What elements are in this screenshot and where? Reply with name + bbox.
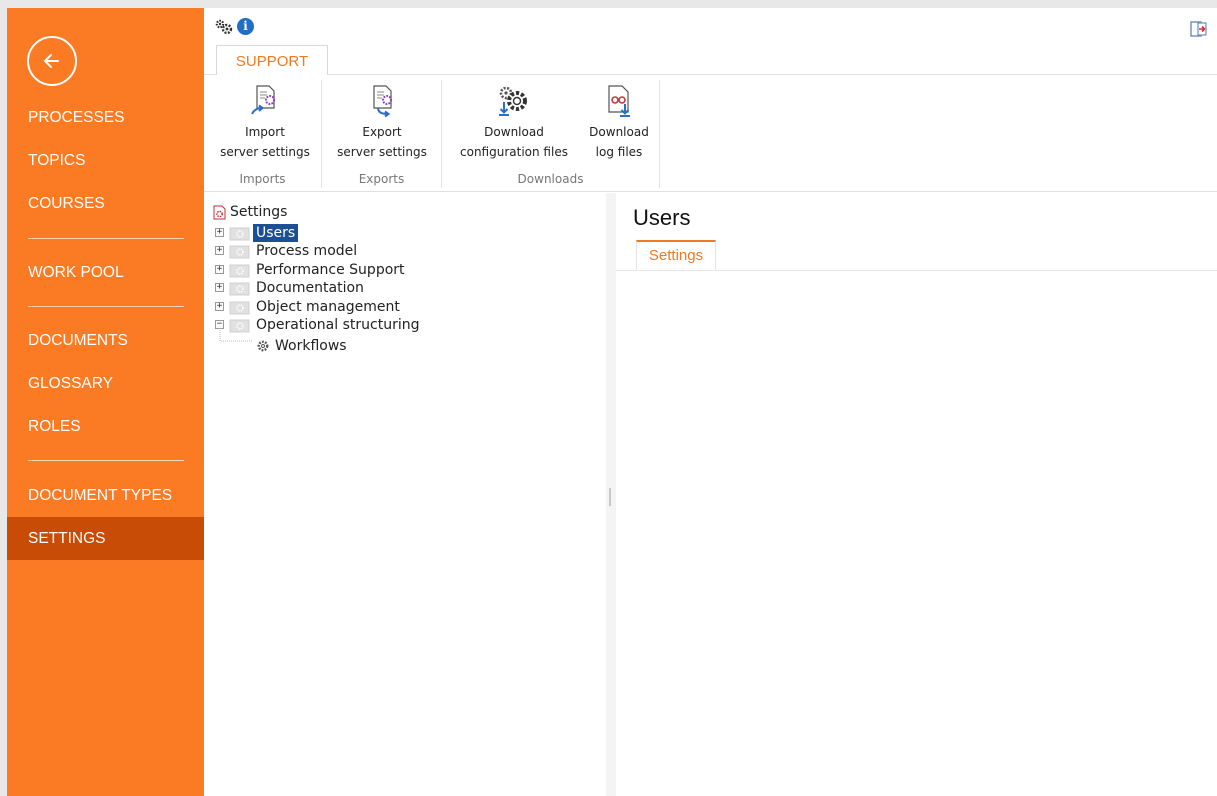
sidebar-divider [28,460,184,461]
download-config-icon [499,86,527,116]
expand-icon[interactable]: + [215,302,224,311]
export-server-settings-button[interactable]: Export server settings [327,80,437,168]
download-configuration-files-button[interactable]: Download configuration files [450,80,578,168]
splitter-grip[interactable] [609,488,611,506]
sidebar-item-work-pool[interactable]: WORK POOL [7,251,204,294]
import-settings-icon [251,85,275,115]
export-button-line1: Export [362,125,402,139]
ribbon-group-label: Exports [358,172,405,186]
export-button-line2: server settings [337,145,427,159]
download-log-files-button[interactable]: Download log files [580,80,658,168]
expand-icon[interactable]: + [215,265,224,274]
top-bar: i [204,8,1217,38]
sidebar-item-topics[interactable]: TOPICS [7,139,204,182]
download-config-line2: configuration files [460,145,568,159]
sidebar-item-processes[interactable]: PROCESSES [7,96,204,139]
gears-icon[interactable] [214,18,234,36]
tab-settings[interactable]: Settings [636,240,716,270]
sidebar-item-glossary[interactable]: GLOSSARY [7,362,204,405]
tree-root-settings[interactable]: Settings [204,203,504,221]
sidebar: PROCESSES TOPICS COURSES WORK POOL DOCUM… [7,8,204,796]
settings-folder-icon [229,245,250,259]
ribbon-group-label: Imports [239,172,286,186]
settings-folder-icon [229,301,250,315]
tree-item-object-management[interactable]: + Object management [204,298,504,316]
exit-icon[interactable] [1190,21,1208,37]
settings-tree: Settings + Users + Process model + Perfo… [204,193,606,796]
expand-icon[interactable]: + [215,246,224,255]
download-config-line1: Download [484,125,544,139]
tree-item-users[interactable]: + Users [204,224,504,242]
settings-folder-icon [229,282,250,296]
tree-item-label: Process model [256,243,358,259]
ribbon-group-downloads: Download configuration files Download lo… [442,80,660,188]
gear-icon [257,340,269,352]
page-title: Users [633,205,691,230]
settings-file-icon [213,205,226,220]
ribbon-group-imports: Import server settings Imports [204,80,322,188]
sidebar-item-courses[interactable]: COURSES [7,182,204,225]
info-icon[interactable]: i [237,18,254,35]
download-log-line1: Download [589,125,649,139]
download-log-icon [608,85,630,117]
tree-root-label: Settings [230,204,288,220]
sidebar-item-settings[interactable]: SETTINGS [7,517,204,560]
tree-item-performance-support[interactable]: + Performance Support [204,261,504,279]
expand-icon[interactable]: + [215,283,224,292]
export-settings-icon [373,85,392,118]
ribbon: Import server settings Imports Export se… [204,75,1217,192]
settings-folder-icon [229,264,250,278]
ribbon-group-exports: Export server settings Exports [322,80,442,188]
tree-item-label: Documentation [256,280,364,296]
sidebar-item-document-types[interactable]: DOCUMENT TYPES [7,474,204,517]
tab-support[interactable]: SUPPORT [216,45,328,75]
sidebar-divider [28,306,184,307]
sidebar-item-documents[interactable]: DOCUMENTS [7,319,204,362]
expand-icon[interactable]: + [215,228,224,237]
ribbon-group-label: Downloads [517,172,584,186]
tree-item-workflows[interactable]: Workflows [204,337,504,355]
tree-item-label: Performance Support [256,262,405,278]
tab-underline [616,270,1217,271]
tree-item-label: Workflows [275,338,347,354]
tree-item-label: Users [253,224,299,242]
tree-item-label: Operational structuring [256,317,420,333]
settings-folder-icon [229,227,250,241]
import-button-line2: server settings [220,145,310,159]
download-log-line2: log files [595,145,643,159]
tree-item-label: Object management [256,299,400,315]
back-button[interactable] [27,36,77,86]
pane-splitter[interactable] [606,193,616,796]
detail-pane: Users Settings [616,193,1217,796]
tree-item-documentation[interactable]: + Documentation [204,279,504,297]
sidebar-divider [28,238,184,239]
import-button-line1: Import [245,125,285,139]
import-server-settings-button[interactable]: Import server settings [210,80,320,168]
sidebar-item-roles[interactable]: ROLES [7,405,204,448]
tree-item-process-model[interactable]: + Process model [204,242,504,260]
arrow-left-icon [44,54,59,68]
